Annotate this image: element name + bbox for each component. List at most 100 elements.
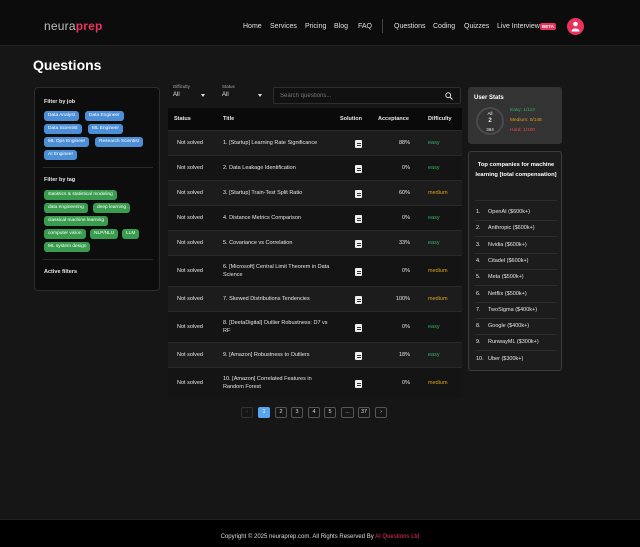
nav-coding[interactable]: Coding	[433, 23, 455, 30]
solution-icon[interactable]	[355, 164, 362, 173]
col-title[interactable]: Title	[223, 116, 234, 122]
user-icon	[571, 21, 580, 32]
nav-questions[interactable]: Questions	[394, 23, 426, 30]
question-title-link[interactable]: 3. [Startup] Train-Test Split Ratio	[223, 190, 333, 198]
solution-icon[interactable]	[355, 189, 362, 198]
user-avatar-button[interactable]	[567, 18, 584, 35]
easy-stat: Easy: 1/113	[510, 108, 535, 113]
nav-pricing[interactable]: Pricing	[305, 23, 326, 30]
difficulty-value: All	[173, 92, 180, 98]
company-name: Netflix ($500k+)	[488, 290, 527, 297]
nav-live-interview[interactable]: Live Interview	[497, 23, 540, 30]
chevron-down-icon	[201, 94, 205, 97]
nav-faq[interactable]: FAQ	[358, 23, 372, 30]
chevron-down-icon	[258, 94, 262, 97]
table-row[interactable]: Not solved 7. Skewed Distributions Tenden…	[168, 286, 462, 311]
row-status: Not solved	[177, 165, 203, 171]
table-row[interactable]: Not solved 8. [DeetaDigital] Outlier Robu…	[168, 311, 462, 342]
nav-quizzes[interactable]: Quizzes	[464, 23, 489, 30]
job-chip[interactable]: AI Engineer	[44, 150, 78, 160]
active-filters-heading: Active filters	[44, 269, 78, 275]
company-item: 2. Anthropic ($600k+)	[476, 225, 535, 231]
job-chip[interactable]: ML Engineer	[88, 124, 124, 134]
footer: Copyright © 2025 neuraprep.com. All Righ…	[0, 519, 640, 547]
row-status: Not solved	[177, 380, 203, 386]
tag-chip[interactable]: deep learning	[93, 203, 131, 213]
job-chip[interactable]: Data Scientist	[44, 124, 82, 134]
nav-services[interactable]: Services	[270, 23, 297, 30]
company-name: Google ($400k+)	[488, 323, 530, 330]
page-button[interactable]: 2	[275, 407, 287, 418]
page-button[interactable]: 3	[291, 407, 303, 418]
job-chip[interactable]: Data Analyst	[44, 111, 79, 121]
job-chip[interactable]: ML Ops Engineer	[44, 137, 90, 147]
user-stats-card: User Stats All 2 364 Easy: 1/113 Medium:…	[468, 87, 562, 144]
solution-icon[interactable]	[355, 379, 362, 388]
company-item: 5. Meta ($500k+)	[476, 274, 524, 280]
question-title-link[interactable]: 6. [Microsoft] Central Limit Theorem in …	[223, 264, 333, 279]
page-button[interactable]: 4	[308, 407, 320, 418]
company-rank: 10.	[476, 355, 484, 362]
table-row[interactable]: Not solved 10. [Amazon] Correlated Featur…	[168, 367, 462, 398]
page-button[interactable]: 5	[324, 407, 336, 418]
col-status[interactable]: Status	[174, 116, 191, 122]
page-button[interactable]: ...	[341, 407, 354, 418]
page-title: Questions	[33, 57, 102, 73]
tag-chip[interactable]: classical machine learning	[44, 216, 108, 226]
table-row[interactable]: Not solved 6. [Microsoft] Central Limit T…	[168, 255, 462, 286]
solution-icon[interactable]	[355, 295, 362, 304]
question-title-link[interactable]: 2. Data Leakage Identification	[223, 165, 333, 173]
question-title-link[interactable]: 9. [Amazon] Robustness to Outliers	[223, 352, 333, 360]
col-solution[interactable]: Solution	[340, 116, 362, 122]
next-page-button[interactable]: ›	[375, 407, 387, 418]
page-button[interactable]: 1	[258, 407, 270, 418]
tag-chip[interactable]: ML system design	[44, 242, 91, 252]
tag-chip[interactable]: LLM	[122, 229, 140, 239]
table-row[interactable]: Not solved 5. Covariance vs Correlation 33…	[168, 230, 462, 255]
company-item: 6. Netflix ($500k+)	[476, 291, 527, 297]
col-acceptance[interactable]: Acceptance	[378, 116, 409, 122]
solution-icon[interactable]	[355, 323, 362, 332]
tag-chip[interactable]: data engineering	[44, 203, 88, 213]
row-status: Not solved	[177, 296, 203, 302]
tag-chip[interactable]: computer vision	[44, 229, 86, 239]
question-title-link[interactable]: 4. Distance Metrics Comparison	[223, 215, 333, 223]
medium-stat: Medium: 0/148	[510, 118, 542, 123]
tag-chip[interactable]: statistics & statistical modeling	[44, 190, 117, 200]
prev-page-button[interactable]: ‹	[241, 407, 253, 418]
table-row[interactable]: Not solved 3. [Startup] Train-Test Split …	[168, 180, 462, 205]
tag-chip[interactable]: NLP/NLU	[90, 229, 119, 239]
question-title-link[interactable]: 10. [Amazon] Correlated Features in Rand…	[223, 376, 333, 391]
logo[interactable]: neuraprep	[44, 19, 103, 33]
solution-icon[interactable]	[355, 351, 362, 360]
company-rank: 1.	[476, 209, 481, 215]
search-box	[273, 87, 461, 104]
table-row[interactable]: Not solved 4. Distance Metrics Comparison…	[168, 205, 462, 230]
question-title-link[interactable]: 5. Covariance vs Correlation	[223, 240, 333, 248]
page-button[interactable]: 37	[358, 407, 370, 418]
nav-divider	[382, 19, 383, 33]
difficulty-dropdown[interactable]: Difficulty All	[168, 84, 210, 102]
row-status: Not solved	[177, 268, 203, 274]
solution-icon[interactable]	[355, 214, 362, 223]
row-status: Not solved	[177, 324, 203, 330]
solution-icon[interactable]	[355, 239, 362, 248]
table-row[interactable]: Not solved 2. Data Leakage Identification…	[168, 155, 462, 180]
question-title-link[interactable]: 7. Skewed Distributions Tendencies	[223, 296, 333, 304]
search-icon[interactable]	[445, 92, 453, 100]
nav-blog[interactable]: Blog	[334, 23, 348, 30]
table-row[interactable]: Not solved 1. [Startup] Learning Rate Sig…	[168, 130, 462, 155]
solution-icon[interactable]	[355, 267, 362, 276]
question-title-link[interactable]: 8. [DeetaDigital] Outlier Robustness: D7…	[223, 320, 333, 335]
job-chip[interactable]: Data Engineer	[85, 111, 124, 121]
table-row[interactable]: Not solved 9. [Amazon] Robustness to Outl…	[168, 342, 462, 367]
filter-by-tag-heading: Filter by tag	[44, 177, 76, 183]
question-title-link[interactable]: 1. [Startup] Learning Rate Significance	[223, 140, 333, 148]
footer-brand-link[interactable]: AI Questions Ltd	[375, 534, 419, 540]
solution-icon[interactable]	[355, 139, 362, 148]
status-dropdown[interactable]: Status All	[217, 84, 267, 102]
col-difficulty[interactable]: Difficulty	[428, 116, 452, 122]
nav-home[interactable]: Home	[243, 23, 262, 30]
search-input[interactable]	[280, 91, 440, 101]
job-chip[interactable]: Research Scientist	[95, 137, 143, 147]
